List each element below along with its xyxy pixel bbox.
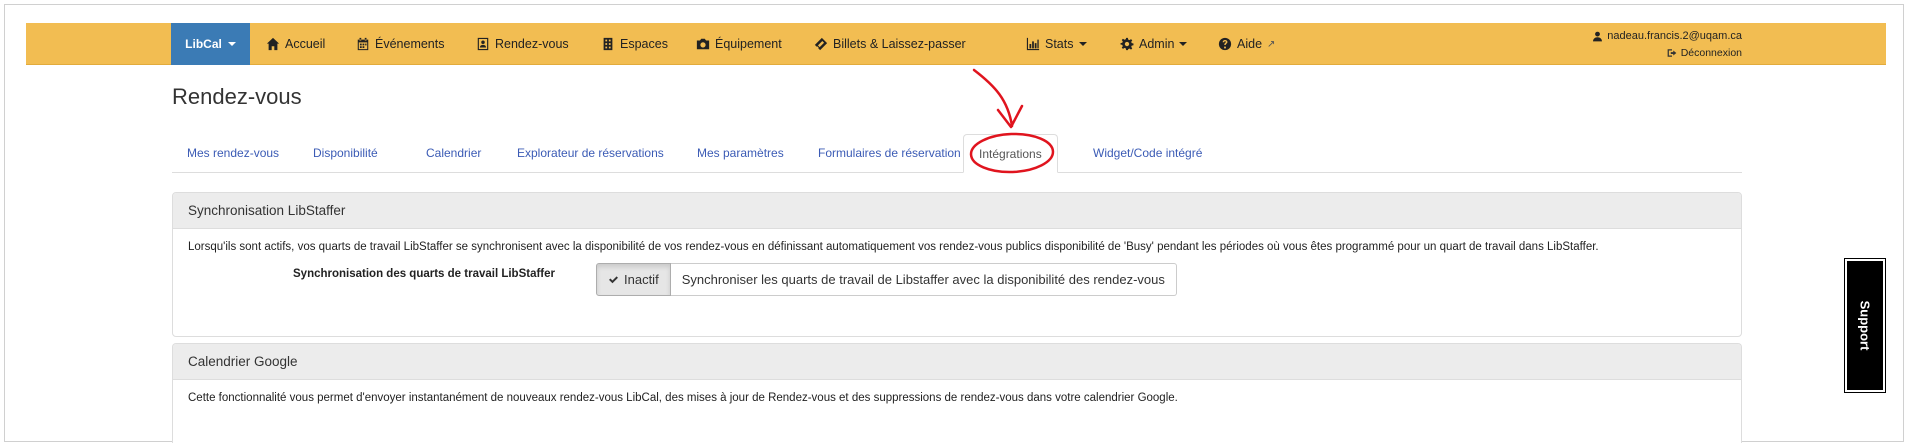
tab-disponibilite[interactable]: Disponibilité: [298, 134, 393, 172]
chevron-down-icon: [1078, 42, 1087, 46]
libstaffer-panel-heading: Synchronisation LibStaffer: [173, 193, 1741, 229]
top-navbar: LibCal Accueil Événements Rendez-vous Es…: [26, 23, 1886, 65]
nav-label: Espaces: [620, 37, 668, 51]
libstaffer-setting-label: Synchronisation des quarts de travail Li…: [293, 268, 556, 280]
camera-icon: [696, 38, 710, 50]
user-account-link[interactable]: nadeau.francis.2@uqam.ca: [1592, 28, 1742, 44]
sync-shifts-button[interactable]: Synchroniser les quarts de travail de Li…: [670, 263, 1177, 296]
support-tab[interactable]: Support: [1844, 258, 1886, 393]
bar-chart-icon: [1026, 37, 1040, 51]
brand-label: LibCal: [185, 37, 222, 51]
tab-formulaires[interactable]: Formulaires de réservation: [803, 134, 976, 172]
tab-mes-rendez-vous[interactable]: Mes rendez-vous: [172, 134, 294, 172]
nav-label: Aide: [1237, 37, 1263, 51]
check-icon: [609, 276, 618, 284]
logout-link[interactable]: Déconnexion: [1592, 45, 1742, 61]
nav-label: Accueil: [285, 37, 326, 51]
nav-label: Billets & Laissez-passer: [833, 37, 966, 51]
tab-integrations[interactable]: Intégrations: [963, 134, 1058, 173]
nav-aide[interactable]: Aide ↗: [1218, 23, 1275, 65]
nav-label: Stats: [1045, 37, 1074, 51]
nav-label: Équipement: [715, 37, 782, 51]
user-area: nadeau.francis.2@uqam.ca Déconnexion: [1592, 28, 1742, 61]
section-tabs: Mes rendez-vous Disponibilité Calendrier…: [172, 134, 1742, 173]
home-icon: [266, 37, 280, 51]
external-link-icon: ↗: [1267, 38, 1276, 50]
tab-explorateur[interactable]: Explorateur de réservations: [502, 134, 679, 172]
libstaffer-sync-toggle: Inactif Synchroniser les quarts de trava…: [596, 263, 1177, 296]
tab-mes-parametres[interactable]: Mes paramètres: [682, 134, 799, 172]
chevron-down-icon: [227, 42, 236, 46]
nav-accueil[interactable]: Accueil: [266, 23, 325, 65]
calendar-icon: [357, 37, 369, 51]
nav-rendez-vous[interactable]: Rendez-vous: [476, 23, 569, 65]
gear-icon: [1120, 37, 1134, 51]
nav-billets[interactable]: Billets & Laissez-passer: [814, 23, 966, 65]
libstaffer-setting-row: Synchronisation des quarts de travail Li…: [188, 263, 1726, 307]
libstaffer-description: Lorsqu'ils sont actifs, vos quarts de tr…: [188, 241, 1599, 253]
sign-out-icon: [1667, 49, 1677, 57]
inactive-label: Inactif: [624, 272, 659, 287]
nav-label: Événements: [375, 37, 445, 51]
nav-evenements[interactable]: Événements: [356, 23, 444, 65]
nav-espaces[interactable]: Espaces: [601, 23, 668, 65]
google-panel-heading: Calendrier Google: [173, 344, 1741, 380]
building-icon: [603, 37, 613, 51]
nav-admin[interactable]: Admin: [1120, 23, 1188, 65]
page-title: Rendez-vous: [172, 84, 302, 109]
nav-equipement[interactable]: Équipement: [696, 23, 782, 65]
google-calendar-panel: Calendrier Google Cette fonctionnalité v…: [172, 343, 1742, 443]
nav-label: Rendez-vous: [495, 37, 569, 51]
libcal-menu-button[interactable]: LibCal: [171, 23, 250, 65]
logout-label: Déconnexion: [1680, 47, 1742, 59]
libstaffer-panel: Synchronisation LibStaffer Lorsqu'ils so…: [172, 192, 1742, 337]
inactive-button[interactable]: Inactif: [596, 263, 671, 296]
chevron-down-icon: [1179, 42, 1188, 46]
question-circle-icon: [1218, 37, 1232, 51]
tab-calendrier[interactable]: Calendrier: [411, 134, 496, 172]
nav-label: Admin: [1139, 37, 1175, 51]
tab-widget[interactable]: Widget/Code intégré: [1078, 134, 1217, 172]
google-description: Cette fonctionnalité vous permet d'envoy…: [188, 392, 1178, 404]
user-email: nadeau.francis.2@uqam.ca: [1607, 30, 1742, 42]
contact-card-icon: [477, 37, 489, 51]
user-icon: [1593, 31, 1603, 41]
ticket-icon: [814, 37, 828, 51]
support-label: Support: [1857, 300, 1873, 351]
nav-stats[interactable]: Stats: [1026, 23, 1087, 65]
